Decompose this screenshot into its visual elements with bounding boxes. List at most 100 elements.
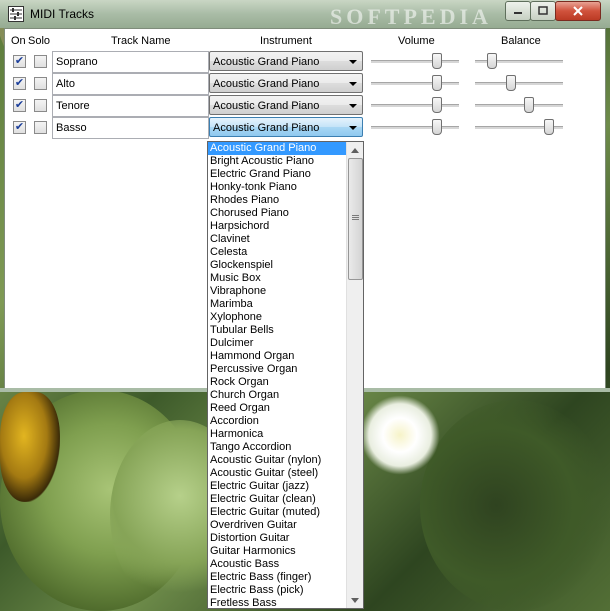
balance-slider[interactable] xyxy=(475,97,563,113)
header-instrument: Instrument xyxy=(260,35,312,47)
instrument-option[interactable]: Acoustic Guitar (nylon) xyxy=(208,454,346,467)
chevron-down-icon xyxy=(349,60,357,64)
close-button[interactable] xyxy=(555,1,601,21)
maximize-button[interactable] xyxy=(530,1,556,21)
dropdown-scrollbar[interactable] xyxy=(346,142,363,608)
instrument-option[interactable]: Electric Guitar (muted) xyxy=(208,506,346,519)
instrument-option[interactable]: Rhodes Piano xyxy=(208,194,346,207)
volume-slider-thumb[interactable] xyxy=(432,75,443,91)
instrument-option[interactable]: Hammond Organ xyxy=(208,350,346,363)
instrument-option[interactable]: Distortion Guitar xyxy=(208,532,346,545)
instrument-select-value: Acoustic Grand Piano xyxy=(213,122,320,134)
grip-icon xyxy=(352,215,359,221)
header-volume: Volume xyxy=(398,35,435,47)
scrollbar-thumb[interactable] xyxy=(348,158,363,280)
track-row: ✔ Alto Acoustic Grand Piano xyxy=(5,73,605,95)
instrument-options: Acoustic Grand Piano Bright Acoustic Pian… xyxy=(208,142,346,608)
instrument-option[interactable]: Percussive Organ xyxy=(208,363,346,376)
track-on-checkbox[interactable]: ✔ xyxy=(13,121,26,134)
minimize-icon xyxy=(514,12,522,14)
instrument-option[interactable]: Celesta xyxy=(208,246,346,259)
close-icon xyxy=(573,6,583,16)
instrument-option[interactable]: Music Box xyxy=(208,272,346,285)
track-row: ✔ Basso Acoustic Grand Piano xyxy=(5,117,605,139)
scroll-down-arrow-icon xyxy=(351,597,359,603)
balance-slider[interactable] xyxy=(475,119,563,135)
instrument-option[interactable]: Harpsichord xyxy=(208,220,346,233)
instrument-option[interactable]: Xylophone xyxy=(208,311,346,324)
instrument-select[interactable]: Acoustic Grand Piano xyxy=(209,73,363,93)
instrument-option[interactable]: Tango Accordion xyxy=(208,441,346,454)
title-bar[interactable]: SOFTPEDIA MIDI Tracks xyxy=(0,0,610,29)
instrument-option[interactable]: Electric Bass (finger) xyxy=(208,571,346,584)
instrument-option[interactable]: Acoustic Guitar (steel) xyxy=(208,467,346,480)
instrument-option[interactable]: Electric Guitar (jazz) xyxy=(208,480,346,493)
header-balance: Balance xyxy=(501,35,541,47)
header-track-name: Track Name xyxy=(111,35,171,47)
balance-slider-thumb[interactable] xyxy=(506,75,517,91)
instrument-option[interactable]: Rock Organ xyxy=(208,376,346,389)
volume-slider[interactable] xyxy=(371,75,459,91)
instrument-select-value: Acoustic Grand Piano xyxy=(213,56,320,68)
balance-slider[interactable] xyxy=(475,75,563,91)
balance-slider[interactable] xyxy=(475,53,563,69)
volume-slider[interactable] xyxy=(371,53,459,69)
track-solo-checkbox[interactable] xyxy=(34,121,47,134)
instrument-option[interactable]: Glockenspiel xyxy=(208,259,346,272)
instrument-option[interactable]: Acoustic Grand Piano xyxy=(208,142,346,155)
instrument-option[interactable]: Harmonica xyxy=(208,428,346,441)
instrument-option[interactable]: Dulcimer xyxy=(208,337,346,350)
instrument-select-value: Acoustic Grand Piano xyxy=(213,100,320,112)
volume-slider-thumb[interactable] xyxy=(432,97,443,113)
instrument-option[interactable]: Chorused Piano xyxy=(208,207,346,220)
track-name-field[interactable]: Tenore xyxy=(52,95,209,117)
track-row: ✔ Soprano Acoustic Grand Piano xyxy=(5,51,605,73)
instrument-select[interactable]: Acoustic Grand Piano xyxy=(209,117,363,137)
midi-tracks-app-icon xyxy=(8,6,24,22)
volume-slider-thumb[interactable] xyxy=(432,53,443,69)
instrument-option[interactable]: Overdriven Guitar xyxy=(208,519,346,532)
track-solo-checkbox[interactable] xyxy=(34,77,47,90)
instrument-select[interactable]: Acoustic Grand Piano xyxy=(209,51,363,71)
instrument-option[interactable]: Acoustic Bass xyxy=(208,558,346,571)
chevron-down-icon xyxy=(349,104,357,108)
track-on-checkbox[interactable]: ✔ xyxy=(13,99,26,112)
track-on-checkbox[interactable]: ✔ xyxy=(13,55,26,68)
instrument-option[interactable]: Clavinet xyxy=(208,233,346,246)
watermark-logo: SOFTPEDIA xyxy=(330,4,492,29)
instrument-option[interactable]: Accordion xyxy=(208,415,346,428)
track-name-field[interactable]: Basso xyxy=(52,117,209,139)
instrument-option[interactable]: Reed Organ xyxy=(208,402,346,415)
track-solo-checkbox[interactable] xyxy=(34,55,47,68)
balance-slider-thumb[interactable] xyxy=(544,119,555,135)
instrument-option[interactable]: Church Organ xyxy=(208,389,346,402)
instrument-option[interactable]: Guitar Harmonics xyxy=(208,545,346,558)
volume-slider-thumb[interactable] xyxy=(432,119,443,135)
instrument-select[interactable]: Acoustic Grand Piano xyxy=(209,95,363,115)
instrument-option[interactable]: Electric Bass (pick) xyxy=(208,584,346,597)
window-title: MIDI Tracks xyxy=(30,7,95,21)
instrument-option[interactable]: Electric Grand Piano xyxy=(208,168,346,181)
instrument-option[interactable]: Electric Guitar (clean) xyxy=(208,493,346,506)
balance-slider-thumb[interactable] xyxy=(486,53,497,69)
track-on-checkbox[interactable]: ✔ xyxy=(13,77,26,90)
background-flower xyxy=(360,395,440,475)
instrument-option[interactable]: Fretless Bass xyxy=(208,597,346,608)
instrument-option[interactable]: Marimba xyxy=(208,298,346,311)
instrument-dropdown-list[interactable]: Acoustic Grand Piano Bright Acoustic Pian… xyxy=(207,141,364,609)
chevron-down-icon xyxy=(349,82,357,86)
minimize-button[interactable] xyxy=(505,1,531,21)
track-name-field[interactable]: Soprano xyxy=(52,51,209,73)
track-name-field[interactable]: Alto xyxy=(52,73,209,95)
track-solo-checkbox[interactable] xyxy=(34,99,47,112)
balance-slider-thumb[interactable] xyxy=(523,97,534,113)
header-on: On xyxy=(11,35,26,47)
scroll-down-button[interactable] xyxy=(347,592,363,608)
volume-slider[interactable] xyxy=(371,97,459,113)
scroll-up-button[interactable] xyxy=(347,142,363,158)
instrument-option[interactable]: Honky-tonk Piano xyxy=(208,181,346,194)
instrument-option[interactable]: Bright Acoustic Piano xyxy=(208,155,346,168)
volume-slider[interactable] xyxy=(371,119,459,135)
instrument-option[interactable]: Vibraphone xyxy=(208,285,346,298)
instrument-option[interactable]: Tubular Bells xyxy=(208,324,346,337)
